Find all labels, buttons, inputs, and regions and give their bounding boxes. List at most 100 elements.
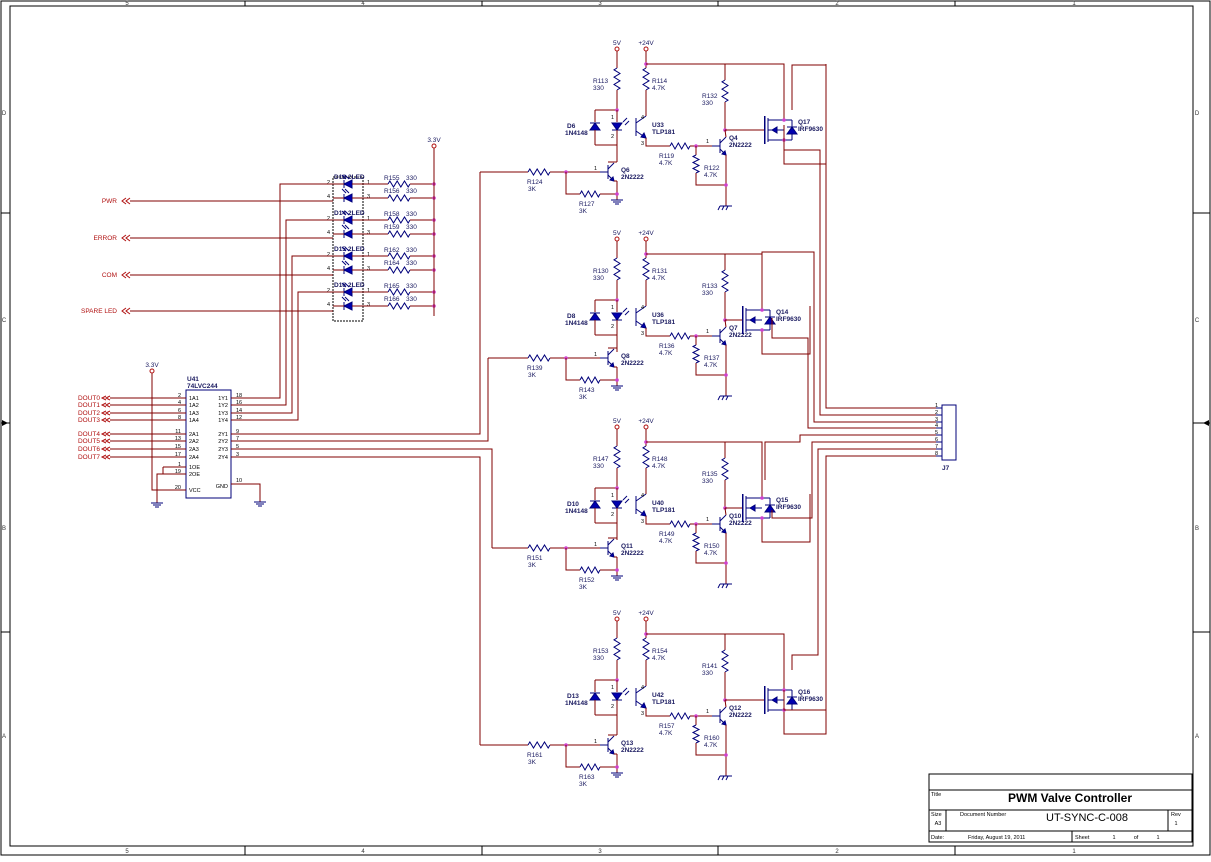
- wire: [717, 395, 721, 401]
- output-channel: 5V +24VR153330D131N41481243U42TLP181R1544…: [231, 456, 827, 788]
- led-symbol: [341, 188, 353, 203]
- opto-ref: U42: [652, 692, 664, 699]
- opto-pin: 1: [611, 685, 614, 691]
- buffer-pin-number: 15: [175, 444, 181, 450]
- output-channel: 5V +24VR147330D101N41481243U40TLP181R1484…: [231, 418, 811, 591]
- resistor-symbol: [527, 544, 551, 552]
- resistor-ref: R139: [527, 365, 543, 372]
- fet-arrow: [771, 126, 778, 134]
- wire: [719, 136, 727, 144]
- resistor-symbol: [527, 741, 551, 749]
- power-label: +24V: [638, 40, 654, 47]
- dout-port-label: DOUT0: [78, 395, 100, 402]
- junction-dot: [615, 192, 619, 196]
- diode-symbol: [786, 696, 798, 705]
- buffer-pin-name: 2Y3: [218, 447, 228, 453]
- power-label: 3.3V: [427, 137, 441, 144]
- dout-port: DOUT1: [78, 402, 111, 409]
- status-port: PWR: [102, 197, 131, 205]
- sheet-label: Sheet: [1075, 835, 1090, 841]
- buffer-pin-name: 1OE: [189, 465, 200, 471]
- resistor-symbol: [669, 331, 691, 341]
- opto-pin: 3: [641, 711, 644, 717]
- resistor-value: 4.7K: [652, 85, 666, 92]
- resistor-symbol: [691, 532, 701, 552]
- led-symbol: [611, 495, 630, 509]
- buffer-pin-name: 2Y2: [218, 439, 228, 445]
- power-label: 5V: [613, 610, 622, 617]
- resistor-value: 4.7K: [652, 463, 666, 470]
- wire: [645, 328, 670, 337]
- led-part: 2LED: [348, 246, 365, 253]
- power-circle: [643, 424, 649, 430]
- resistor-value: 3K: [528, 562, 537, 569]
- resistor-symbol: [721, 269, 729, 293]
- led-part: 2LED: [348, 210, 365, 217]
- inner-border: [9, 5, 1194, 847]
- zone-row-label-left: D: [2, 111, 7, 117]
- document-number-label: Document Number: [960, 812, 1006, 818]
- led-symbol: [611, 687, 630, 701]
- mosfet-part: IRF9630: [798, 696, 823, 703]
- opto-pin: 4: [641, 115, 644, 121]
- transistor-ref: Q12: [729, 705, 742, 712]
- resistor-value: 330: [593, 655, 604, 662]
- wire: [791, 448, 936, 670]
- wire: [565, 172, 580, 195]
- zone-row-label-right: A: [1195, 734, 1199, 740]
- buffer-pin-name: 2A2: [189, 439, 199, 445]
- dout-port: DOUT3: [78, 417, 111, 424]
- dout-port-label: DOUT5: [78, 438, 100, 445]
- emitter-arrow: [640, 131, 647, 139]
- diode-part: 1N4148: [565, 508, 588, 515]
- wire: [725, 633, 785, 690]
- zone-col-label-bottom: 5: [125, 849, 129, 855]
- resistor-symbol: [613, 67, 621, 91]
- dout-port: DOUT2: [78, 410, 111, 417]
- buffer-pin-number: 17: [175, 452, 181, 458]
- resistor-ref: R154: [652, 648, 668, 655]
- transistor-ref: Q7: [729, 325, 738, 332]
- led-pin-number: 1: [367, 180, 370, 186]
- port-arrow-icon: [104, 446, 111, 452]
- npn-transistor-symbol: [712, 514, 727, 534]
- outer-border: [0, 0, 1211, 856]
- led-symbol: [341, 296, 353, 311]
- resistor-symbol: [527, 354, 551, 362]
- resistor-symbol: [579, 375, 601, 385]
- status-port-label: ERROR: [94, 235, 118, 242]
- port-arrow-icon: [125, 307, 131, 315]
- junction-dot: [724, 753, 728, 757]
- buffer-pin-name: 2A3: [189, 447, 199, 453]
- buffer-pin-name: 1Y2: [218, 403, 228, 409]
- transistor-part: 2N2222: [621, 747, 644, 754]
- wire: [725, 775, 729, 781]
- resistor-value: 4.7K: [659, 730, 673, 737]
- power-circle: [614, 424, 620, 430]
- wire: [645, 516, 670, 525]
- resistor-ref: R135: [702, 471, 718, 478]
- dout-port: DOUT0: [78, 395, 111, 402]
- buffer-pin-name: 2Y4: [218, 455, 228, 461]
- date-value: Friday, August 19, 2011: [968, 835, 1025, 841]
- transistor-pin: 1: [706, 517, 709, 523]
- resistor-ref: R130: [593, 268, 609, 275]
- diode-symbol: [786, 126, 798, 135]
- buffer-pin-number: 2: [178, 393, 181, 399]
- npn-transistor-symbol: [600, 162, 615, 182]
- resistor-symbol: [527, 168, 551, 176]
- ground-icon: [254, 496, 266, 507]
- zone-col-label-bottom: 1: [1072, 849, 1076, 855]
- wire: [565, 358, 580, 381]
- power-symbol: +24V: [638, 610, 654, 622]
- power-label: +24V: [638, 610, 654, 617]
- dout-port-label: DOUT4: [78, 431, 100, 438]
- resistor-symbol: [387, 302, 411, 310]
- opto-ref: U33: [652, 122, 664, 129]
- buffer-ref: U41: [187, 376, 199, 383]
- led-pin-number: 4: [327, 302, 330, 308]
- wire: [725, 63, 785, 120]
- wire: [721, 583, 725, 589]
- npn-transistor-symbol: [600, 538, 615, 558]
- diode-triangle: [786, 696, 798, 705]
